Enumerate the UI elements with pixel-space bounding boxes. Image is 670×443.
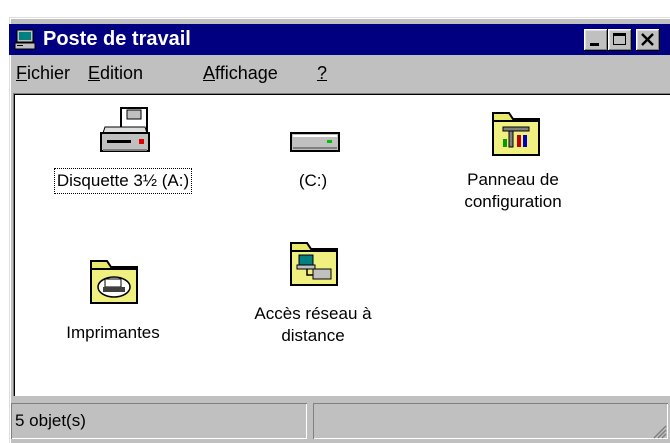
menu-edition[interactable]: Edition (88, 63, 143, 84)
status-bar: 5 objet(s) (9, 401, 670, 443)
floppy-drive-icon (100, 107, 150, 152)
status-objects-count: 5 objet(s) (15, 411, 86, 430)
icon-label: Imprimantes (66, 323, 160, 342)
menu-fichier[interactable]: Fichier (16, 63, 70, 84)
hard-drive-item[interactable]: (C:) (243, 105, 383, 193)
icon-label: Disquette 3½ (A:) (53, 168, 193, 194)
maximize-icon (613, 33, 626, 45)
hard-drive-icon (290, 132, 340, 152)
status-pane-objects: 5 objet(s) (11, 403, 307, 439)
window-title: Poste de travail (43, 28, 191, 50)
icon-label-line-1: Accès réseau à (254, 304, 372, 323)
floppy-drive-item[interactable]: Disquette 3½ (A:) (33, 105, 213, 194)
content-area: Disquette 3½ (A:) (C:) Panneau de config… (13, 93, 670, 396)
menu-bar: Fichier Edition Affichage ? (9, 57, 670, 89)
icon-label: (C:) (298, 171, 328, 190)
close-button[interactable] (636, 29, 660, 51)
printers-item[interactable]: Imprimantes (43, 253, 183, 345)
icon-label-line-1: Panneau de (467, 170, 559, 189)
dial-up-networking-folder-icon (290, 242, 338, 286)
menu-label: dition (100, 63, 144, 83)
menu-label: ichier (27, 63, 71, 83)
control-panel-item[interactable]: Panneau de configuration (433, 105, 593, 213)
icon-label-line-2: distance (281, 326, 345, 345)
menu-label: ffichage (215, 63, 278, 83)
printers-folder-icon (90, 260, 138, 304)
status-pane-empty (313, 403, 668, 439)
minimize-icon (590, 43, 599, 46)
control-panel-folder-icon (492, 112, 540, 156)
my-computer-icon (14, 29, 36, 50)
menu-accel: A (203, 63, 216, 83)
dial-up-networking-item[interactable]: Accès réseau à distance (233, 235, 393, 347)
maximize-button[interactable] (608, 29, 632, 51)
icon-label-line-2: configuration (464, 192, 562, 211)
menu-accel: ? (317, 63, 328, 83)
resize-grip-icon[interactable] (651, 423, 667, 439)
menu-affichage[interactable]: Affichage (203, 63, 278, 84)
title-bar[interactable]: Poste de travail (9, 24, 670, 55)
menu-accel: F (16, 63, 27, 83)
minimize-button[interactable] (584, 29, 608, 51)
menu-accel: E (88, 63, 101, 83)
menu-help[interactable]: ? (317, 63, 327, 84)
close-icon (641, 33, 654, 46)
